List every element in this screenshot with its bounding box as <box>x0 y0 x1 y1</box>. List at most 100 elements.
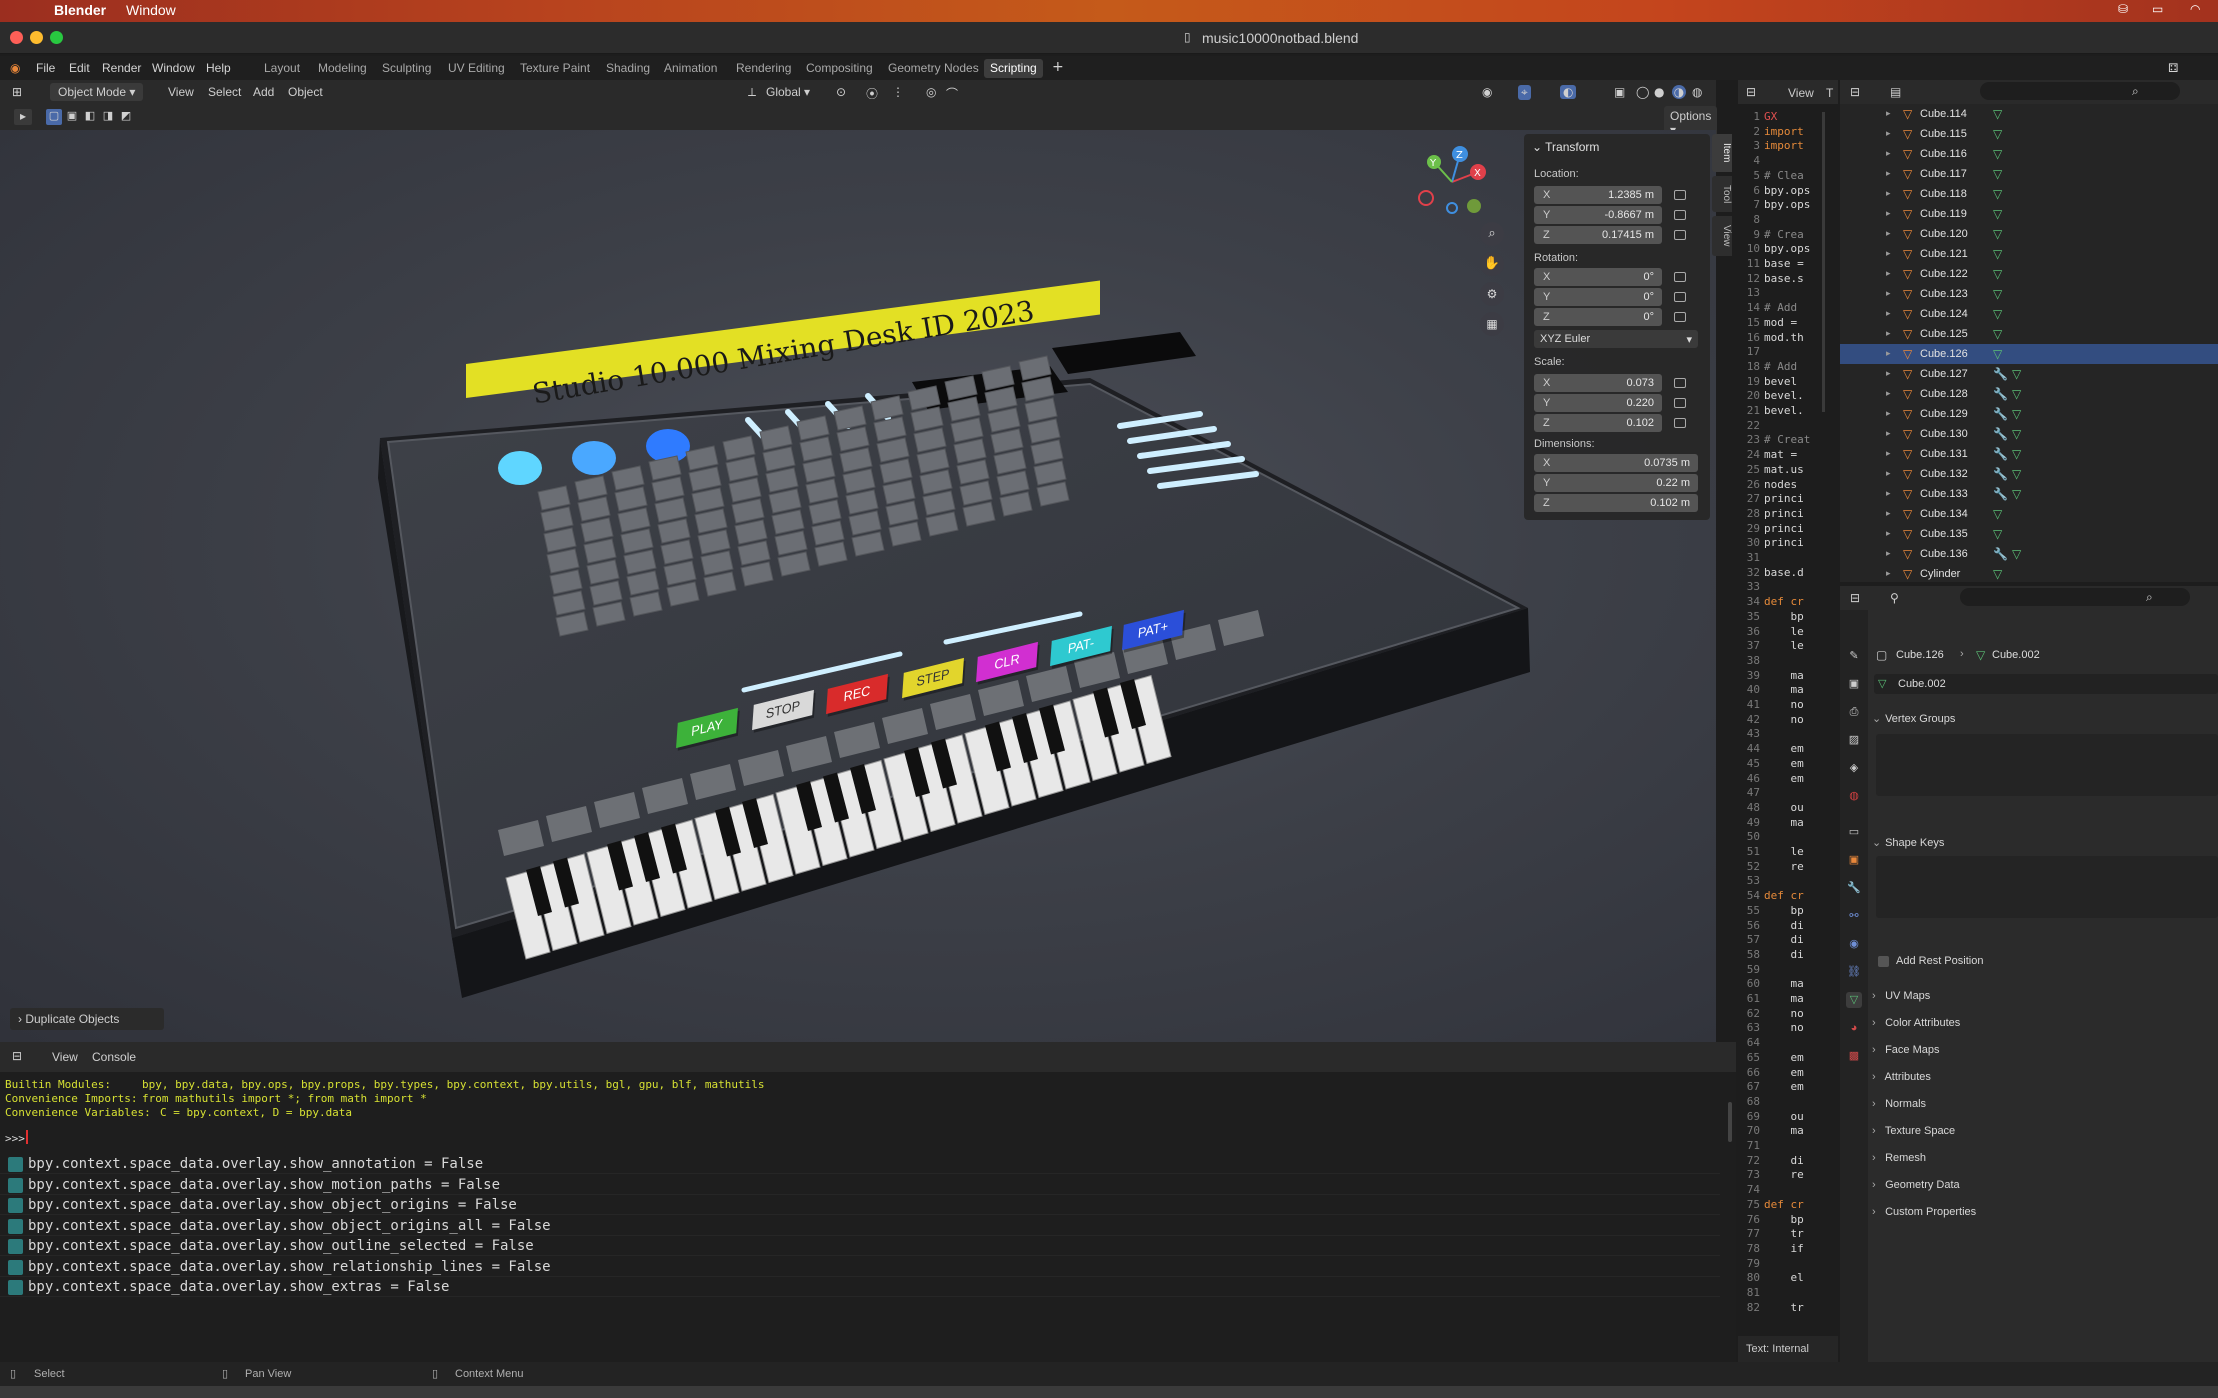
menu-window[interactable]: Window <box>152 61 195 75</box>
expand-arrow-icon[interactable]: ▸ <box>1886 508 1891 519</box>
headphones-icon[interactable]: ◠ <box>2190 2 2200 16</box>
lock-icon[interactable] <box>1674 272 1686 282</box>
transform-orientation-dropdown[interactable]: Global ▾ <box>766 85 810 99</box>
outliner-row[interactable]: ▸ ▽ Cube.134 ▽ <box>1840 504 2218 524</box>
console-history-line[interactable]: bpy.context.space_data.overlay.show_rela… <box>0 1257 1720 1277</box>
tab-tool[interactable]: Tool <box>1712 176 1732 212</box>
lock-icon[interactable] <box>1674 398 1686 408</box>
expand-arrow-icon[interactable]: ▸ <box>1886 468 1891 479</box>
expand-arrow-icon[interactable]: ▸ <box>1886 208 1891 219</box>
menu-file[interactable]: File <box>36 61 55 75</box>
xray-icon[interactable]: ▣ <box>1614 85 1625 99</box>
rotation-x-field[interactable]: X 0° <box>1534 268 1662 286</box>
lock-icon[interactable] <box>1674 418 1686 428</box>
expand-arrow-icon[interactable]: ▸ <box>1886 348 1891 359</box>
outliner-row[interactable]: ▸ ▽ Cube.128 🔧 ▽ <box>1840 384 2218 404</box>
proportional-edit-icon[interactable]: ◎ <box>926 85 936 99</box>
modifier-wrench-icon[interactable]: 🔧 <box>1993 467 2008 481</box>
outliner-row[interactable]: ▸ ▽ Cube.127 🔧 ▽ <box>1840 364 2218 384</box>
view-layer-tab-icon[interactable]: ▨ <box>1846 732 1862 748</box>
expand-arrow-icon[interactable]: ▸ <box>1886 188 1891 199</box>
lock-icon[interactable] <box>1674 312 1686 322</box>
rendered-shading-icon[interactable]: ◍ <box>1692 85 1702 99</box>
physics-tab-icon[interactable]: ◉ <box>1846 936 1862 952</box>
shape-keys-list[interactable] <box>1876 856 2218 918</box>
close-window-button[interactable] <box>10 31 23 44</box>
pivot-icon[interactable]: ⊙ <box>836 85 846 99</box>
outliner-editor-type-icon[interactable]: ⊟ <box>1850 85 1860 99</box>
expand-arrow-icon[interactable]: ▸ <box>1886 128 1891 139</box>
outliner-row[interactable]: ▸ ▽ Cube.118 ▽ <box>1840 184 2218 204</box>
outliner-row[interactable]: ▸ ▽ Cube.129 🔧 ▽ <box>1840 404 2218 424</box>
tab-animation[interactable]: Animation <box>658 59 723 78</box>
modifier-wrench-icon[interactable]: 🔧 <box>1993 447 2008 461</box>
scale-y-field[interactable]: Y 0.220 <box>1534 394 1662 412</box>
viewport-menu-select[interactable]: Select <box>208 85 241 99</box>
tab-compositing[interactable]: Compositing <box>800 59 879 78</box>
tab-rendering[interactable]: Rendering <box>730 59 797 78</box>
properties-editor-type-icon[interactable]: ⊟ <box>1850 591 1860 605</box>
panel-header[interactable]: › Attributes <box>1872 1071 2218 1083</box>
console-history-line[interactable]: bpy.context.space_data.overlay.show_anno… <box>0 1154 1720 1174</box>
select-new-icon[interactable]: ▢ <box>46 109 62 125</box>
breadcrumb-object[interactable]: Cube.126 <box>1896 649 1944 661</box>
expand-arrow-icon[interactable]: ▸ <box>1886 268 1891 279</box>
panel-header[interactable]: › Normals <box>1872 1098 2218 1110</box>
snap-target-icon[interactable]: ⋮ <box>892 85 904 99</box>
camera-view-icon[interactable]: ⚙ <box>1480 282 1504 306</box>
console-history-line[interactable]: bpy.context.space_data.overlay.show_moti… <box>0 1175 1720 1195</box>
text-menu-view[interactable]: View <box>1788 86 1814 100</box>
modifier-wrench-icon[interactable]: 🔧 <box>1993 367 2008 381</box>
add-workspace-icon[interactable]: + <box>1052 59 1064 75</box>
mesh-data-icon[interactable]: ▽ <box>1993 507 2002 521</box>
mesh-data-icon[interactable]: ▽ <box>1993 347 2002 361</box>
expand-arrow-icon[interactable]: ▸ <box>1886 408 1891 419</box>
tab-shading[interactable]: Shading <box>600 59 656 78</box>
expand-arrow-icon[interactable]: ▸ <box>1886 368 1891 379</box>
outliner-row[interactable]: ▸ ▽ Cube.132 🔧 ▽ <box>1840 464 2218 484</box>
panel-header[interactable]: › UV Maps <box>1872 990 2218 1002</box>
rotation-z-field[interactable]: Z 0° <box>1534 308 1662 326</box>
tab-item[interactable]: Item <box>1712 134 1732 172</box>
select-extend-icon[interactable]: ▣ <box>64 109 80 125</box>
python-console[interactable]: Builtin Modules: bpy, bpy.data, bpy.ops,… <box>0 1072 1736 1362</box>
zoom-window-button[interactable] <box>50 31 63 44</box>
constraints-tab-icon[interactable]: ⛓ <box>1846 964 1862 980</box>
expand-arrow-icon[interactable]: ▸ <box>1886 488 1891 499</box>
text-editor-type-icon[interactable]: ⊟ <box>1746 85 1756 99</box>
mesh-data-icon[interactable]: ▽ <box>2012 547 2021 561</box>
operator-redo-panel[interactable]: › Duplicate Objects <box>10 1008 164 1030</box>
expand-arrow-icon[interactable]: ▸ <box>1886 328 1891 339</box>
pan-hand-icon[interactable]: ✋ <box>1480 252 1504 276</box>
expand-arrow-icon[interactable]: ▸ <box>1886 448 1891 459</box>
status-icon[interactable]: ⛁ <box>2118 2 2128 16</box>
visibility-icon[interactable]: ◉ <box>1482 85 1492 99</box>
viewport-menu-view[interactable]: View <box>168 85 194 99</box>
navigation-gizmo[interactable]: X Z Y <box>1412 142 1492 222</box>
output-tab-icon[interactable]: ⎙ <box>1846 704 1862 720</box>
outliner-row[interactable]: ▸ ▽ Cube.133 🔧 ▽ <box>1840 484 2218 504</box>
app-menu[interactable]: Blender <box>54 2 106 18</box>
mesh-data-icon[interactable]: ▽ <box>1993 187 2002 201</box>
outliner-row[interactable]: ▸ ▽ Cube.135 ▽ <box>1840 524 2218 544</box>
lock-icon[interactable] <box>1674 292 1686 302</box>
scale-x-field[interactable]: X 0.073 <box>1534 374 1662 392</box>
snap-icon[interactable]: ⦿ <box>866 85 878 102</box>
mesh-data-icon[interactable]: ▽ <box>2012 367 2021 381</box>
console-editor-type-icon[interactable]: ⊟ <box>12 1049 22 1063</box>
3d-viewport[interactable]: Studio 10.000 Mixing Desk ID 2023 PLAY ST… <box>0 130 1716 1042</box>
select-tool-icon[interactable]: ▸ <box>14 109 32 125</box>
select-subtract-icon[interactable]: ◧ <box>82 109 98 125</box>
location-x-field[interactable]: X 1.2385 m <box>1534 186 1662 204</box>
outliner-row[interactable]: ▸ ▽ Cube.120 ▽ <box>1840 224 2218 244</box>
mesh-data-icon[interactable]: ▽ <box>2012 467 2021 481</box>
minimize-window-button[interactable] <box>30 31 43 44</box>
outliner-row[interactable]: ▸ ▽ Cube.123 ▽ <box>1840 284 2218 304</box>
tab-modeling[interactable]: Modeling <box>312 59 373 78</box>
lock-icon[interactable] <box>1674 378 1686 388</box>
add-rest-position-checkbox[interactable] <box>1878 956 1889 967</box>
panel-header[interactable]: › Remesh <box>1872 1152 2218 1164</box>
panel-header[interactable]: › Color Attributes <box>1872 1017 2218 1029</box>
text-editor[interactable]: 1 GX 2 import 3 import 4 5 # Clea 6 bpy.ops 7 bpy.op… <box>1738 104 1838 1336</box>
lock-icon[interactable] <box>1674 230 1686 240</box>
